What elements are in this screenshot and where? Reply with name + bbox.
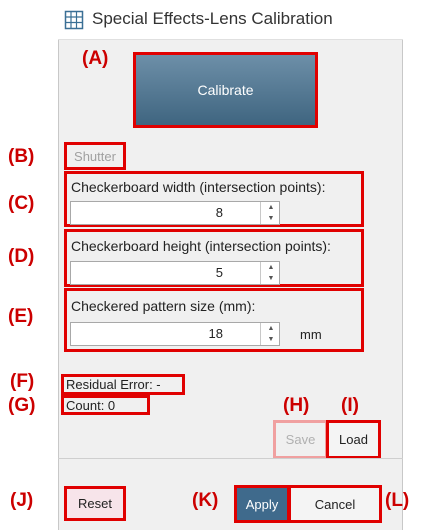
spin-up-icon[interactable]: ▲ <box>264 323 278 334</box>
callout-e: (E) <box>8 306 34 327</box>
cancel-button[interactable]: Cancel <box>288 485 382 523</box>
spin-divider <box>260 262 261 284</box>
footer-divider <box>58 458 403 459</box>
pattern-size-spinbox[interactable]: 18 ▲ ▼ <box>70 322 280 346</box>
callout-c: (C) <box>8 193 35 214</box>
shutter-button[interactable]: Shutter <box>64 142 126 170</box>
window-title: Special Effects-Lens Calibration <box>92 9 333 28</box>
checkerboard-height-group: Checkerboard height (intersection points… <box>64 229 364 287</box>
apply-button[interactable]: Apply <box>234 485 290 523</box>
callout-b: (B) <box>8 146 35 167</box>
checkerboard-width-spinbox[interactable]: 8 ▲ ▼ <box>70 201 280 225</box>
pattern-size-unit: mm <box>300 327 322 342</box>
callout-h: (H) <box>283 395 310 416</box>
checkerboard-height-value[interactable]: 5 <box>216 265 223 280</box>
load-button[interactable]: Load <box>326 420 381 459</box>
checkerboard-height-label: Checkerboard height (intersection points… <box>71 238 331 254</box>
spin-down-icon[interactable]: ▼ <box>264 213 278 224</box>
callout-g: (G) <box>8 395 36 416</box>
callout-l: (L) <box>385 490 410 511</box>
reset-button[interactable]: Reset <box>64 486 126 521</box>
spin-divider <box>260 202 261 224</box>
calibrate-button[interactable]: Calibrate <box>133 52 318 128</box>
spin-up-icon[interactable]: ▲ <box>264 202 278 213</box>
callout-k: (K) <box>192 490 219 511</box>
callout-d: (D) <box>8 246 35 267</box>
count-label: Count: 0 <box>61 395 150 415</box>
checkerboard-height-spinbox[interactable]: 5 ▲ ▼ <box>70 261 280 285</box>
spin-divider <box>260 323 261 345</box>
callout-j: (J) <box>10 490 34 511</box>
callout-f: (F) <box>10 371 35 392</box>
checkerboard-width-label: Checkerboard width (intersection points)… <box>71 179 326 195</box>
spin-down-icon[interactable]: ▼ <box>264 334 278 345</box>
callout-a: (A) <box>82 48 109 69</box>
pattern-size-group: Checkered pattern size (mm): 18 ▲ ▼ mm <box>64 288 364 352</box>
pattern-size-value[interactable]: 18 <box>209 326 223 341</box>
save-button[interactable]: Save <box>273 420 328 459</box>
residual-error-label: Residual Error: - <box>61 374 185 395</box>
callout-i: (I) <box>341 395 359 416</box>
spin-up-icon[interactable]: ▲ <box>264 262 278 273</box>
spin-down-icon[interactable]: ▼ <box>264 273 278 284</box>
checkerboard-width-group: Checkerboard width (intersection points)… <box>64 171 364 227</box>
checkerboard-width-value[interactable]: 8 <box>216 205 223 220</box>
pattern-size-label: Checkered pattern size (mm): <box>71 298 256 314</box>
grid-table-icon <box>64 10 84 30</box>
